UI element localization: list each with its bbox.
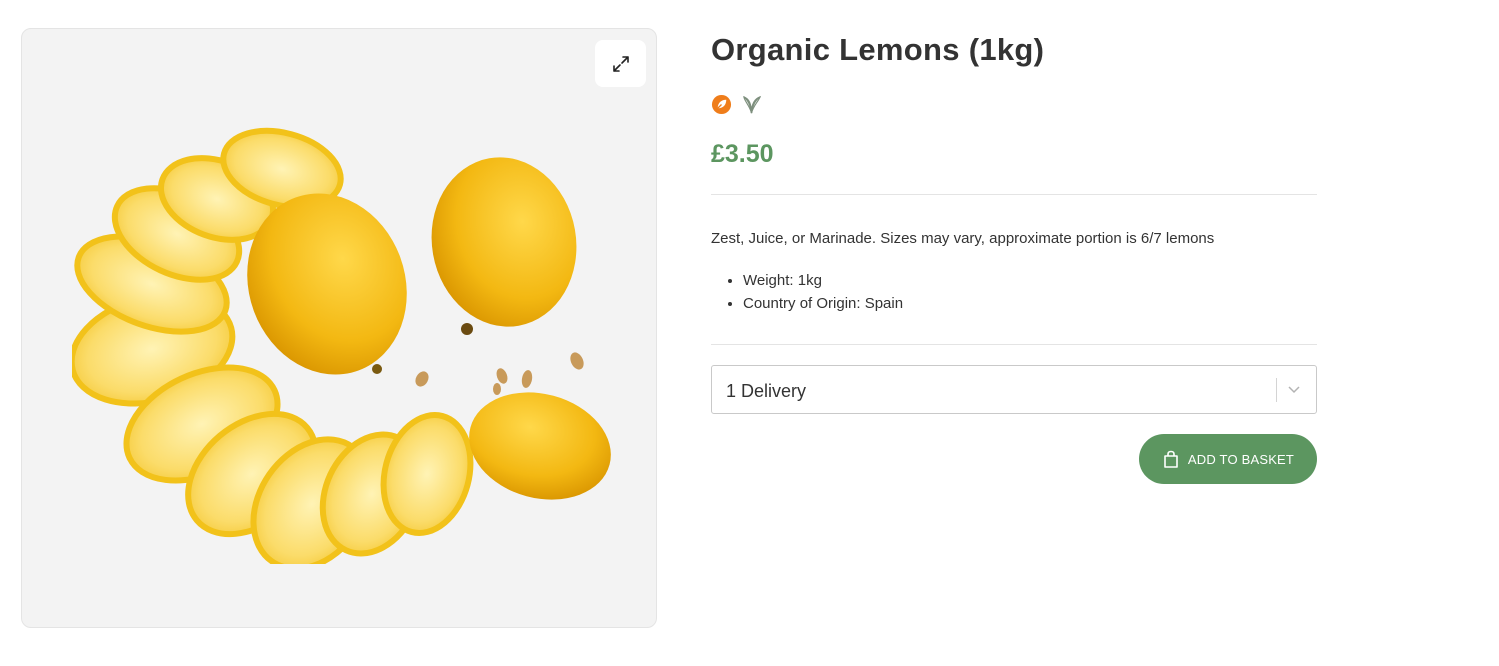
product-description: Zest, Juice, or Marinade. Sizes may vary… [711, 230, 1215, 247]
delivery-select[interactable]: 1 Delivery [711, 365, 1317, 414]
shopping-bag-icon [1164, 450, 1178, 468]
product-specs: Weight: 1kg Country of Origin: Spain [711, 269, 903, 315]
product-gallery [21, 28, 657, 628]
spec-origin: Country of Origin: Spain [743, 292, 903, 315]
delivery-select-value: 1 Delivery [726, 381, 807, 401]
spec-weight: Weight: 1kg [743, 269, 903, 292]
add-to-basket-button[interactable]: ADD TO BASKET [1139, 434, 1317, 484]
chevron-down-icon[interactable] [1286, 383, 1302, 397]
lemons-image [72, 127, 611, 564]
product-price: £3.50 [711, 140, 774, 168]
vegan-sprout-icon [743, 95, 762, 114]
divider [711, 344, 1317, 345]
add-to-basket-label: ADD TO BASKET [1187, 451, 1295, 467]
expand-image-button[interactable] [595, 40, 646, 87]
expand-arrows-icon [612, 55, 629, 72]
select-separator [1276, 378, 1277, 402]
product-title: Organic Lemons (1kg) [711, 32, 1045, 67]
product-badges [711, 94, 762, 115]
divider [711, 194, 1317, 195]
organic-leaf-icon [711, 94, 732, 115]
